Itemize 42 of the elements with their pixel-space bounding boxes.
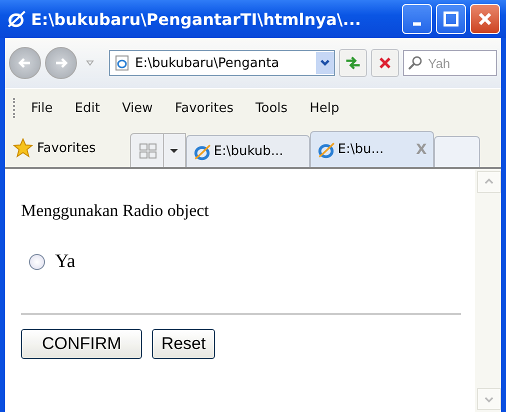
dropdown-icon[interactable] — [85, 58, 95, 68]
menu-item[interactable]: Favorites — [174, 100, 234, 116]
refresh-button[interactable] — [339, 49, 367, 77]
new-tab-button[interactable] — [434, 136, 480, 167]
grid-icon — [138, 142, 157, 158]
menu-item[interactable]: Tools — [256, 100, 288, 116]
refresh-arrows-icon — [344, 54, 362, 72]
star-icon — [13, 138, 33, 158]
dropdown-button[interactable] — [316, 52, 334, 74]
scroll-down-button[interactable] — [477, 388, 501, 410]
stop-button[interactable] — [371, 49, 399, 77]
search-icon — [407, 55, 423, 71]
close-button[interactable] — [470, 4, 500, 34]
tab-title: E:\bu... — [338, 142, 385, 157]
page-heading: Menggunakan Radio object — [21, 201, 210, 221]
form-button[interactable]: CONFIRM — [21, 329, 142, 359]
maximize-icon — [441, 9, 461, 29]
maximize-button[interactable] — [436, 4, 466, 34]
browser-tab[interactable]: E:\bukub... — [186, 135, 310, 167]
minimize-button[interactable] — [402, 4, 432, 34]
minimize-icon — [413, 22, 421, 26]
form-button[interactable]: Reset — [152, 329, 215, 359]
radio-label: Ya — [55, 251, 76, 273]
menu-item[interactable]: Help — [310, 100, 340, 116]
browser-tab[interactable]: E:\bu... X — [310, 131, 434, 167]
menu-item[interactable]: File — [31, 100, 53, 116]
scrollbar[interactable] — [475, 169, 501, 412]
search-field[interactable]: Yah — [403, 50, 497, 76]
tab-list-button[interactable] — [164, 133, 186, 167]
menu-item[interactable]: View — [122, 100, 153, 116]
favorites-button[interactable]: Favorites — [5, 129, 104, 167]
caret-icon — [170, 148, 178, 152]
forward-button[interactable] — [45, 47, 77, 79]
page-icon — [114, 55, 130, 71]
window-title: E:\bukubaru\PengantarTI\htmlnya\... — [31, 10, 362, 28]
scroll-up-button[interactable] — [477, 171, 501, 193]
menu-item[interactable]: Edit — [74, 100, 100, 116]
quick-tabs-button[interactable] — [130, 133, 164, 167]
address-field[interactable]: E:\bukubaru\Penganta — [109, 50, 335, 76]
radio-button[interactable] — [29, 254, 45, 270]
tab-title: E:\bukub... — [214, 144, 284, 159]
back-button[interactable] — [9, 47, 41, 79]
